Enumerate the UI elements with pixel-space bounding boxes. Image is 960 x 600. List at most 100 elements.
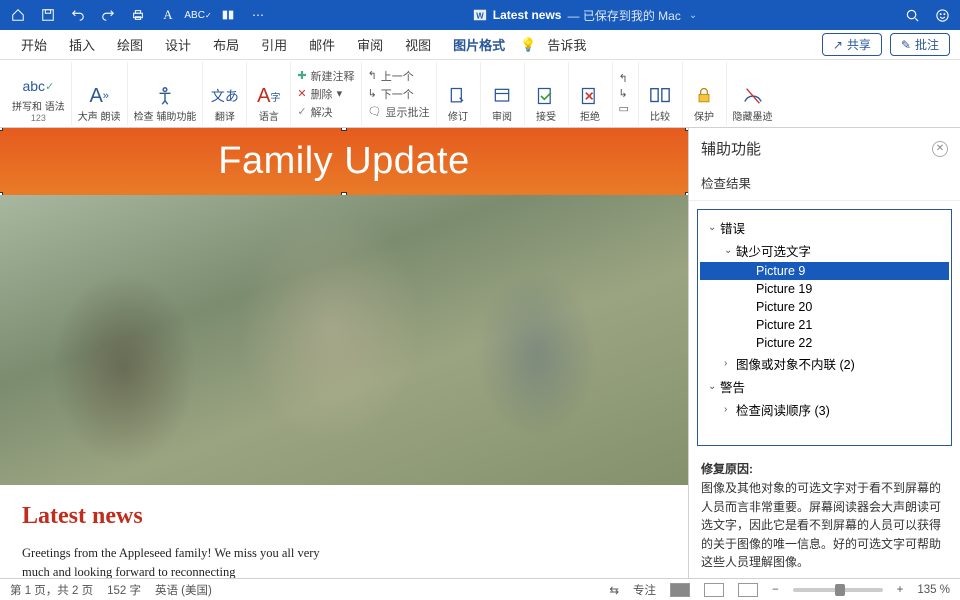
arrow-down-right-icon: ↳	[368, 87, 377, 100]
zoom-out-button[interactable]: −	[772, 584, 779, 596]
ribbon: abc✓ 拼写和 语法 123 A» 大声 朗读 检查 辅助功能 文あ 翻译 A…	[0, 60, 960, 128]
tab-picture-format[interactable]: 图片格式	[442, 30, 516, 59]
tree-node-missing-alt[interactable]: ⌄缺少可选文字	[700, 239, 949, 262]
home-icon[interactable]	[10, 7, 26, 23]
resize-handle-t[interactable]	[341, 128, 347, 131]
resize-handle-tr[interactable]	[685, 128, 688, 131]
tree-item-picture22[interactable]: Picture 22	[700, 334, 949, 352]
spellcheck-icon[interactable]: ABC✓	[190, 7, 206, 23]
prev-comment-button[interactable]: ↰上一个	[368, 68, 430, 84]
status-pages[interactable]: 第 1 页，共 2 页	[10, 582, 93, 598]
pane-subtitle: 检查结果	[689, 169, 960, 201]
book-icon[interactable]	[220, 7, 236, 23]
tab-layout[interactable]: 布局	[202, 30, 250, 59]
protect-button[interactable]: 保护	[683, 62, 727, 125]
zoom-in-button[interactable]: +	[897, 584, 904, 596]
tab-review[interactable]: 审阅	[346, 30, 394, 59]
changes-pane-button[interactable]: ▭	[619, 102, 632, 115]
x-icon: ✕	[297, 87, 306, 100]
tab-references[interactable]: 引用	[250, 30, 298, 59]
article-heading: Latest news	[22, 503, 666, 530]
tab-mail[interactable]: 邮件	[298, 30, 346, 59]
spelling-button[interactable]: abc✓ 拼写和 语法 123	[6, 62, 72, 125]
ellipsis-icon[interactable]: ⋯	[250, 7, 266, 23]
tell-me[interactable]: 告诉我	[536, 30, 597, 59]
tree-item-picture20[interactable]: Picture 20	[700, 298, 949, 316]
title-caret-icon[interactable]: ⌄	[689, 10, 697, 21]
show-markup-button[interactable]: 🗨显示批注	[368, 104, 430, 120]
close-pane-button[interactable]: ✕	[932, 141, 948, 157]
tab-view[interactable]: 视图	[394, 30, 442, 59]
status-words[interactable]: 152 字	[107, 582, 141, 598]
ribbon-tabs: 开始 插入 绘图 设计 布局 引用 邮件 审阅 视图 图片格式 💡 告诉我 ↗共…	[0, 30, 960, 60]
translate-button[interactable]: 文あ 翻译	[203, 62, 247, 125]
pane-title: 辅助功能	[701, 138, 761, 159]
font-icon[interactable]: A	[160, 7, 176, 23]
delete-comment-button[interactable]: ✕删除 ▾	[297, 86, 354, 102]
track-changes-button[interactable]: 修订	[437, 62, 481, 125]
zoom-slider[interactable]	[793, 588, 883, 592]
word-doc-icon: W	[473, 8, 487, 22]
comment-actions: ✚新建注释 ✕删除 ▾ ✓解决	[291, 62, 361, 125]
tree-node-errors[interactable]: ⌄错误	[700, 216, 949, 239]
tab-design[interactable]: 设计	[154, 30, 202, 59]
tab-insert[interactable]: 插入	[58, 30, 106, 59]
doc-title: Latest news	[493, 8, 562, 22]
lightbulb-icon: 💡	[520, 37, 536, 53]
tree-item-picture9[interactable]: Picture 9	[700, 262, 949, 280]
share-button[interactable]: ↗共享	[822, 33, 882, 56]
next-comment-button[interactable]: ↳下一个	[368, 86, 430, 102]
check-accessibility-button[interactable]: 检查 辅助功能	[128, 62, 204, 125]
next-change-button[interactable]: ↳	[619, 87, 632, 100]
banner-title[interactable]: Family Update	[0, 128, 688, 195]
smiley-icon[interactable]	[934, 7, 950, 23]
tree-item-picture21[interactable]: Picture 21	[700, 316, 949, 334]
tree-node-reading-order[interactable]: ›检查阅读顺序 (3)	[700, 398, 949, 421]
note-icon: 🗨	[368, 105, 382, 118]
tree-item-picture19[interactable]: Picture 19	[700, 280, 949, 298]
print-icon[interactable]	[130, 7, 146, 23]
change-nav: ↰ ↳ ▭	[613, 62, 639, 125]
comment-icon: ✎	[901, 38, 911, 52]
hide-ink-button[interactable]: 隐藏墨迹	[727, 62, 779, 125]
arrow-up-left-icon: ↰	[368, 69, 377, 82]
tab-home[interactable]: 开始	[10, 30, 58, 59]
save-icon[interactable]	[40, 7, 56, 23]
family-photo[interactable]	[0, 195, 688, 485]
tree-node-not-inline[interactable]: ›图像或对象不内联 (2)	[700, 352, 949, 375]
undo-icon[interactable]	[70, 7, 86, 23]
compare-button[interactable]: 比较	[639, 62, 683, 125]
language-button[interactable]: A字 语言	[247, 62, 291, 125]
article-body[interactable]: Latest news Greetings from the Appleseed…	[0, 485, 688, 578]
comment-nav: ↰上一个 ↳下一个 🗨显示批注	[362, 62, 437, 125]
view-read-button[interactable]	[704, 583, 724, 597]
accept-button[interactable]: 接受	[525, 62, 569, 125]
tab-draw[interactable]: 绘图	[106, 30, 154, 59]
redo-icon[interactable]	[100, 7, 116, 23]
work-area: Family Update Latest news Greetings from…	[0, 128, 960, 578]
view-print-layout-button[interactable]	[670, 583, 690, 597]
resize-handle-tl[interactable]	[0, 128, 3, 131]
plus-icon: ✚	[297, 69, 306, 82]
share-icon: ↗	[833, 38, 843, 52]
resolve-comment-button[interactable]: ✓解决	[297, 104, 354, 120]
tree-node-warnings[interactable]: ⌄警告	[700, 375, 949, 398]
view-web-button[interactable]	[738, 583, 758, 597]
document-pane[interactable]: Family Update Latest news Greetings from…	[0, 128, 688, 578]
titlebar: A ABC✓ ⋯ W Latest news — 已保存到我的 Mac ⌄	[0, 0, 960, 30]
review-pane-button[interactable]: 审阅	[481, 62, 525, 125]
focus-mode-button[interactable]: 专注	[633, 582, 656, 598]
status-language[interactable]: 英语 (美国)	[155, 582, 212, 598]
svg-text:W: W	[476, 12, 484, 21]
search-icon[interactable]	[904, 7, 920, 23]
save-status: — 已保存到我的 Mac	[567, 7, 680, 24]
new-comment-button[interactable]: ✚新建注释	[297, 68, 354, 84]
article-paragraph: Greetings from the Appleseed family! We …	[22, 544, 342, 578]
signal-icon: ⇆	[609, 583, 619, 597]
prev-change-button[interactable]: ↰	[619, 72, 632, 85]
read-aloud-button[interactable]: A» 大声 朗读	[72, 62, 128, 125]
fix-reason: 修复原因: 图像及其他对象的可选文字对于看不到屏幕的人员而言非常重要。屏幕阅读器…	[689, 454, 960, 578]
reject-button[interactable]: 拒绝	[569, 62, 613, 125]
comments-button[interactable]: ✎批注	[890, 33, 950, 56]
zoom-value[interactable]: 135 %	[917, 584, 950, 596]
